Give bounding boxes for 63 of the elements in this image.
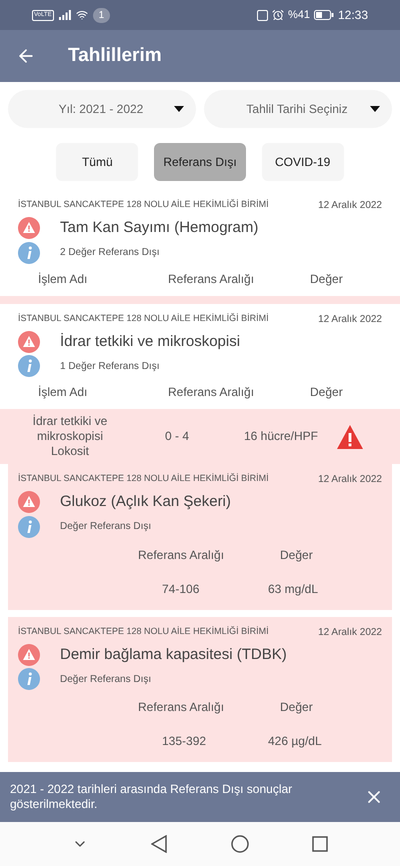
column-header: Değer	[309, 270, 344, 288]
test-name: İdrar tetkiki ve mikroskopisi	[60, 332, 240, 352]
filter-tab[interactable]: Referans Dışı	[154, 143, 246, 181]
alarm-icon	[272, 9, 284, 21]
result-card[interactable]: İSTANBUL SANCAKTEPE 128 NOLU AİLE HEKİMLİĞİ BİRİMİ 12 Aralık 2022 Glukoz (Açlık Kan Şekeri) Değer Referans Dışı Referans Aralığı Değer 74-106 63 mg/dL	[8, 464, 392, 610]
column-header: İşlem Adı	[38, 384, 88, 401]
dropdown[interactable]: Tahlil Tarihi Seçiniz	[204, 90, 392, 128]
test-name: Glukoz (Açlık Kan Şekeri)	[60, 492, 231, 512]
info-icon	[18, 668, 40, 690]
result-card[interactable]	[0, 304, 400, 464]
result-value: 16 hücre/HPF	[242, 429, 320, 444]
result-row[interactable]: İdrar tetkiki ve mikroskopisi Lokosit 0 - 4 16 hücre/HPF	[0, 409, 400, 464]
column-header: Değer	[279, 699, 314, 716]
notification-count: 1	[92, 8, 110, 22]
out-of-range-summary: 1 Değer Referans Dışı	[60, 360, 160, 374]
out-of-range-summary: Değer Referans Dışı	[60, 672, 152, 686]
result-value: 426 µg/dL	[268, 733, 323, 750]
filter-tab[interactable]: COVID-19	[262, 143, 344, 181]
column-header: İşlem Adı	[38, 270, 88, 288]
reference-range: 74-106	[161, 580, 200, 598]
dropdown[interactable]: Yıl: 2021 - 2022	[8, 90, 196, 128]
facility-name: İSTANBUL SANCAKTEPE 128 NOLU AİLE HEKİMLİĞİ BİRİMİ	[18, 472, 269, 485]
home-icon[interactable]	[230, 835, 249, 853]
column-header: Referans Aralığı	[168, 384, 256, 401]
recents-icon[interactable]	[312, 836, 328, 852]
facility-name: İSTANBUL SANCAKTEPE 128 NOLU AİLE HEKİMLİĞİ BİRİMİ	[18, 624, 269, 638]
snackbar-message: 2021 - 2022 tarihleri arasında Referans Dışı sonuçlar gösterilmektedir.	[10, 782, 294, 812]
filter-tab[interactable]: Tümü	[56, 143, 138, 181]
result-value: 63 mg/dL	[268, 580, 320, 598]
info-icon	[18, 242, 40, 264]
column-header: Değer	[309, 384, 344, 401]
clock-time: 12:33	[338, 7, 368, 24]
back-icon[interactable]	[151, 835, 168, 853]
test-name: Tam Kan Sayımı (Hemogram)	[60, 218, 258, 238]
page-title: Tahlillerim	[68, 44, 162, 68]
warning-icon	[18, 330, 40, 353]
test-item-name: İdrar tetkiki ve mikroskopisi Lokosit	[32, 414, 108, 459]
signal-icon	[58, 10, 71, 20]
battery-icon	[314, 10, 334, 20]
result-date: 12 Aralık 2022	[318, 473, 382, 487]
column-header: Referans Aralığı	[138, 699, 226, 716]
result-date: 12 Aralık 2022	[318, 199, 382, 213]
result-date: 12 Aralık 2022	[318, 312, 382, 326]
out-of-range-summary: 2 Değer Referans Dışı	[60, 246, 160, 260]
reference-range: 135-392	[161, 733, 208, 750]
result-date: 12 Aralık 2022	[318, 626, 382, 640]
info-icon	[18, 516, 40, 538]
facility-name: İSTANBUL SANCAKTEPE 128 NOLU AİLE HEKİMLİĞİ BİRİMİ	[18, 312, 269, 324]
facility-name: İSTANBUL SANCAKTEPE 128 NOLU AİLE HEKİMLİĞİ BİRİMİ	[18, 198, 269, 211]
test-name: Demir bağlama kapasitesi (TDBK)	[60, 644, 287, 664]
warning-icon	[18, 644, 40, 666]
battery-percent: %41	[288, 8, 310, 23]
warning-icon	[18, 491, 40, 514]
reference-range: 0 - 4	[164, 429, 190, 444]
caret-icon	[370, 106, 380, 112]
out-of-range-summary: Değer Referans Dışı	[60, 520, 152, 534]
caret-icon	[174, 106, 184, 112]
column-header: Referans Aralığı	[138, 546, 226, 564]
column-header: Değer	[279, 546, 314, 564]
result-card[interactable]: İSTANBUL SANCAKTEPE 128 NOLU AİLE HEKİMLİĞİ BİRİMİ 12 Aralık 2022 Demir bağlama kapasitesi (TDBK) Değer Referans Dışı Referans Aralığı Değer 135-392 426 µg/dL	[8, 616, 392, 762]
column-header: Referans Aralığı	[168, 270, 256, 288]
warning-icon	[18, 217, 40, 240]
info-icon	[18, 355, 40, 377]
